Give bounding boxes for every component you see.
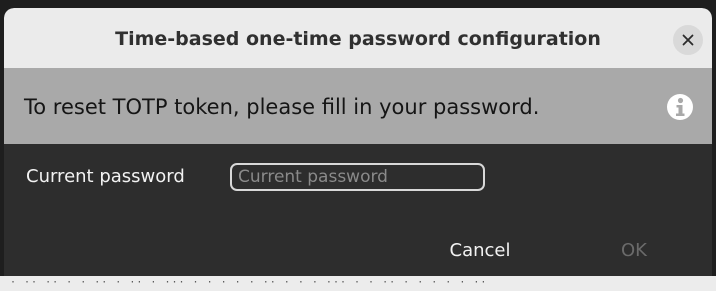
close-icon	[682, 34, 694, 46]
password-label: Current password	[26, 166, 185, 187]
background-text: · ·· ·· · · ·· · ·· · ··· · · · · · ·· ·…	[10, 277, 488, 288]
totp-dialog: Time-based one-time password configurati…	[4, 8, 712, 276]
cancel-button[interactable]: Cancel	[424, 232, 536, 270]
info-icon	[667, 94, 693, 120]
info-banner: To reset TOTP token, please fill in your…	[4, 68, 712, 144]
close-button[interactable]	[673, 25, 703, 55]
background-window-strip: · ·· ·· · · ·· · ·· · ··· · · · · · ·· ·…	[0, 276, 716, 291]
info-message: To reset TOTP token, please fill in your…	[24, 95, 540, 119]
password-input[interactable]	[230, 163, 485, 191]
ok-button[interactable]: OK	[590, 232, 678, 270]
dialog-body: Current password Cancel OK	[4, 144, 712, 276]
dialog-title: Time-based one-time password configurati…	[115, 28, 601, 50]
dialog-titlebar: Time-based one-time password configurati…	[4, 8, 712, 68]
